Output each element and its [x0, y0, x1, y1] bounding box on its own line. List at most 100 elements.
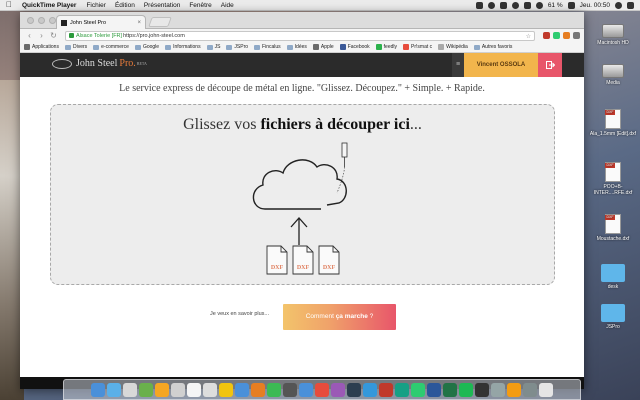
menu-app-name[interactable]: QuickTime Player	[22, 2, 76, 9]
dock-app-icon[interactable]	[235, 382, 249, 397]
dock-app-icon[interactable]	[363, 382, 377, 397]
dock-app-icon[interactable]	[299, 382, 313, 397]
dock-app-icon[interactable]	[219, 382, 233, 397]
bookmark-feedly[interactable]: feedly	[375, 44, 397, 50]
bookmark-autres-favoris[interactable]: Autres favoris	[473, 44, 512, 50]
extension-icon[interactable]	[553, 32, 560, 39]
dock-app-icon[interactable]	[203, 382, 217, 397]
file-dropzone[interactable]: Glissez vos fichiers à découper ici... D…	[50, 104, 555, 285]
back-icon[interactable]: ‹	[26, 31, 33, 40]
menu-fenetre[interactable]: Fenêtre	[189, 2, 211, 9]
list-icon[interactable]	[627, 2, 634, 9]
menu-edition[interactable]: Édition	[115, 2, 135, 9]
minimize-window-button[interactable]	[38, 17, 45, 24]
dock-app-icon[interactable]	[171, 382, 185, 397]
dock-app-icon[interactable]	[315, 382, 329, 397]
browser-toolbar: ‹ › ↻ Alsace Tolerie [FR] https://pro.jo…	[20, 29, 584, 42]
url-text[interactable]: https://pro.john-steel.com	[123, 33, 185, 39]
desktop-icon-desk[interactable]: desk	[588, 264, 638, 290]
status-icon[interactable]	[511, 2, 519, 9]
bookmark-google[interactable]: Google	[134, 44, 159, 50]
close-window-button[interactable]	[27, 17, 34, 24]
search-icon[interactable]	[615, 2, 622, 9]
menu-extras: 61 % Jeu. 00:50	[475, 0, 634, 11]
bookmark-apple[interactable]: Apple	[312, 44, 334, 50]
bookmark-wikipedia[interactable]: Wikipédia	[438, 44, 468, 50]
dock-app-icon[interactable]	[379, 382, 393, 397]
bookmark-prismatic[interactable]: Pr!smat c	[403, 44, 432, 50]
desktop-icon-macintosh-hd[interactable]: Macintosh HD	[588, 24, 638, 46]
reload-icon[interactable]: ↻	[50, 31, 57, 40]
dock-app-icon[interactable]	[187, 382, 201, 397]
dock-app-icon[interactable]	[539, 382, 553, 397]
desktop-icon-dxf-2[interactable]: DXF POO+B-INTER....RFE.dxf	[588, 162, 638, 196]
status-icon[interactable]	[487, 2, 495, 9]
hard-drive-icon	[602, 24, 624, 38]
dock-app-icon[interactable]	[491, 382, 505, 397]
dxf-document-icon: DXF	[605, 214, 621, 234]
dock-app-icon[interactable]	[347, 382, 361, 397]
bookmark-facebook[interactable]: Facebook	[339, 44, 370, 50]
dxf-file-icon: DXF	[266, 245, 288, 275]
dock-app-icon[interactable]	[91, 382, 105, 397]
extension-icon[interactable]	[543, 32, 550, 39]
menu-aide[interactable]: Aide	[221, 2, 234, 9]
status-icon[interactable]	[499, 2, 507, 9]
tab-john-steel[interactable]: John Steel Pro ×	[56, 15, 146, 29]
clock[interactable]: Jeu. 00:50	[580, 2, 610, 9]
menu-icon[interactable]	[573, 32, 580, 39]
desktop-icon-dxf-1[interactable]: DXF Ala_1.5mm [Edit].dxf	[588, 109, 638, 137]
bookmark-idees[interactable]: Idées	[286, 44, 307, 50]
dock-app-icon[interactable]	[107, 382, 121, 397]
folder-icon	[134, 44, 141, 50]
dock-app-icon[interactable]	[523, 382, 537, 397]
dock-app-icon[interactable]	[395, 382, 409, 397]
desktop-icon-media[interactable]: Media	[588, 64, 638, 86]
apple-icon[interactable]: 	[6, 0, 14, 10]
bookmark-js[interactable]: JS	[206, 44, 220, 50]
flag-icon[interactable]	[567, 2, 575, 9]
bookmark-jspro[interactable]: JSPro	[226, 44, 248, 50]
menu-presentation[interactable]: Présentation	[144, 2, 181, 9]
extension-icon[interactable]	[563, 32, 570, 39]
close-tab-icon[interactable]: ×	[137, 20, 141, 26]
bookmark-informations[interactable]: Informations	[165, 44, 201, 50]
folder-icon	[226, 44, 233, 50]
bookmark-fincalus[interactable]: Fincalus	[254, 44, 281, 50]
new-tab-button[interactable]	[148, 17, 172, 27]
desktop-icon-moustache[interactable]: DXF Moustache.dxf	[588, 214, 638, 242]
dock-app-icon[interactable]	[411, 382, 425, 397]
zoom-window-button[interactable]	[49, 17, 56, 24]
user-account-button[interactable]: Vincent OSSOLA	[464, 53, 538, 77]
tab-bar: John Steel Pro ×	[20, 12, 584, 29]
how-it-works-button[interactable]: Comment ça marche ?	[283, 304, 396, 330]
bookmark-applications[interactable]: Applications	[24, 44, 59, 50]
dock-app-icon[interactable]	[123, 382, 137, 397]
bookmark-divers[interactable]: Divers	[64, 44, 87, 50]
dock-app-icon[interactable]	[475, 382, 489, 397]
dock-app-icon[interactable]	[155, 382, 169, 397]
address-bar[interactable]: Alsace Tolerie [FR] https://pro.john-ste…	[65, 30, 535, 41]
dock-app-icon[interactable]	[251, 382, 265, 397]
battery-percent[interactable]: 61 %	[548, 2, 563, 9]
bookmark-ecommerce[interactable]: e-commerce	[93, 44, 129, 50]
dock-app-icon[interactable]	[459, 382, 473, 397]
hamburger-menu-button[interactable]: ≡	[452, 53, 464, 77]
wifi-icon[interactable]	[535, 2, 543, 9]
desktop-icon-jspro[interactable]: JSPro	[588, 304, 638, 330]
dock-app-icon[interactable]	[507, 382, 521, 397]
site-logo[interactable]: John Steel Pro. BETA	[52, 58, 147, 69]
status-icon[interactable]	[475, 2, 483, 9]
dock-app-icon[interactable]	[331, 382, 345, 397]
dock-app-icon[interactable]	[283, 382, 297, 397]
bookmark-star-icon[interactable]: ☆	[526, 33, 531, 40]
logout-button[interactable]	[538, 53, 562, 77]
status-icon[interactable]	[523, 2, 531, 9]
dock-app-icon[interactable]	[427, 382, 441, 397]
dock-app-icon[interactable]	[267, 382, 281, 397]
menu-fichier[interactable]: Fichier	[86, 2, 106, 9]
dock-app-icon[interactable]	[443, 382, 457, 397]
dock-app-icon[interactable]	[139, 382, 153, 397]
tab-title: John Steel Pro	[70, 19, 107, 26]
forward-icon[interactable]: ›	[38, 31, 45, 40]
